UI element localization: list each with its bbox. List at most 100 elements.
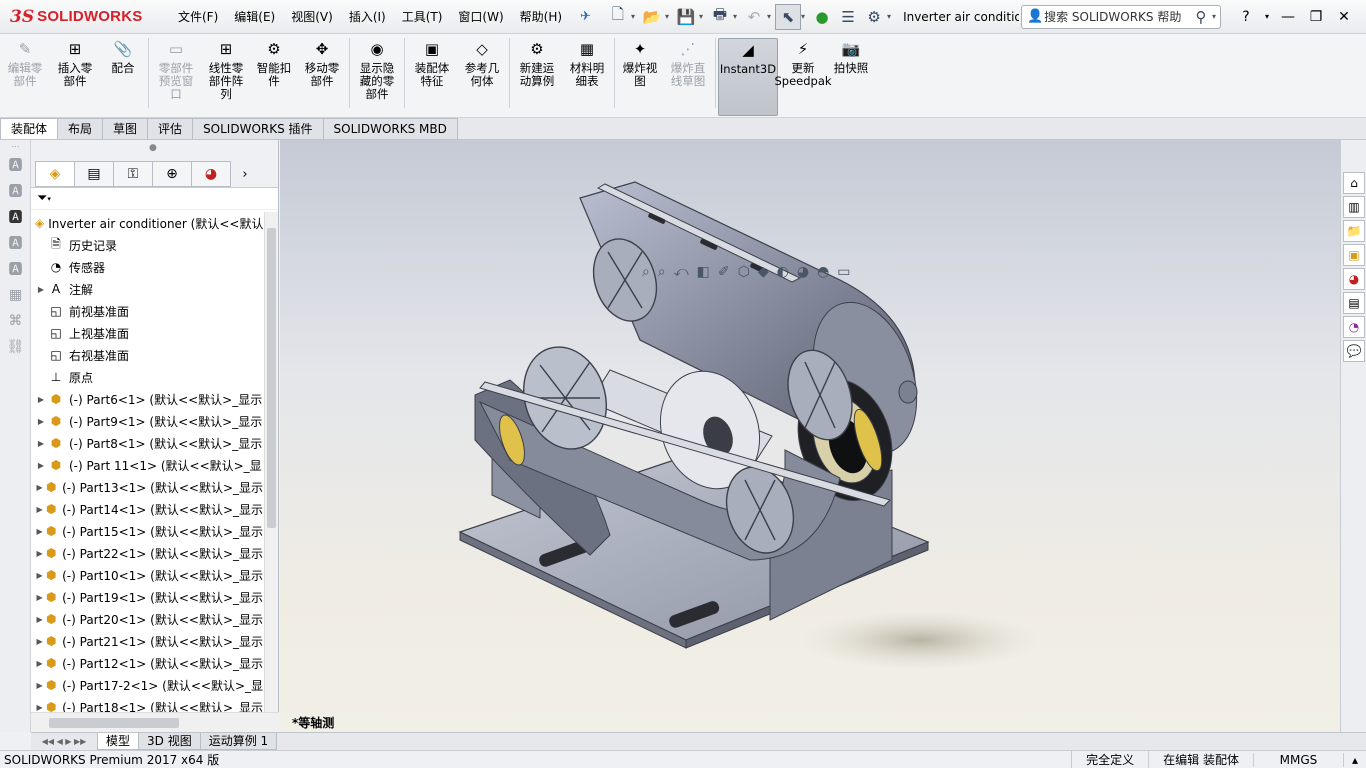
- open-folder-icon[interactable]: 📂: [639, 4, 665, 30]
- reference-geometry-button[interactable]: ◇ 参考几何体: [457, 38, 507, 116]
- component-preview-button[interactable]: ▭ 零部件预览窗口: [151, 38, 201, 116]
- exploded-view-button[interactable]: ✦ 爆炸视图: [617, 38, 663, 116]
- annotation-link-icon[interactable]: ⛓: [0, 334, 31, 360]
- tree-node[interactable]: ⊥ 原点: [31, 366, 263, 388]
- tree-root[interactable]: ◈ Inverter air conditioner (默认<<默认: [31, 212, 263, 234]
- solidworks-forum-icon[interactable]: ◔: [1343, 316, 1365, 338]
- hscrollbar-thumb[interactable]: [49, 718, 179, 728]
- view-palette-icon[interactable]: ▣: [1343, 244, 1365, 266]
- tree-horizontal-scrollbar[interactable]: [31, 712, 279, 732]
- options-gear-icon[interactable]: ⚙: [861, 4, 887, 30]
- expand-arrow-icon[interactable]: ▶: [35, 615, 44, 624]
- graphics-area[interactable]: ⌕⌕⤺◧✐⬡◆◐◕◓▭ ◧▶—❐✕: [280, 140, 1340, 732]
- apply-scene-icon[interactable]: ◓: [817, 264, 829, 280]
- tree-node[interactable]: ◱ 前视基准面: [31, 300, 263, 322]
- expand-arrow-icon[interactable]: ▶: [35, 285, 47, 294]
- previous-view-icon[interactable]: ⤺: [674, 264, 689, 280]
- assembly-features-button[interactable]: ▣ 装配体特征: [407, 38, 457, 116]
- update-speedpak-button[interactable]: ⚡ 更新Speedpak: [774, 38, 831, 116]
- undo-dropdown-icon[interactable]: ▾: [767, 12, 771, 21]
- command-tab[interactable]: 装配体: [0, 118, 59, 139]
- save-icon[interactable]: 💾: [673, 4, 699, 30]
- menu-item[interactable]: 插入(I): [341, 0, 394, 34]
- comments-icon[interactable]: 💬: [1343, 340, 1365, 362]
- expand-arrow-icon[interactable]: ▶: [35, 395, 47, 404]
- appearances-icon[interactable]: ◕: [1343, 268, 1365, 290]
- dimxpert-tab-icon[interactable]: ⊕: [152, 161, 192, 187]
- tree-node[interactable]: ▶ ⬢ (-) Part8<1> (默认<<默认>_显示: [31, 432, 263, 454]
- command-tab[interactable]: 布局: [57, 118, 104, 139]
- annotation-symbol-icon[interactable]: 🅰: [0, 256, 31, 282]
- tree-node[interactable]: ▶ ⬢ (-) Part10<1> (默认<<默认>_显示: [31, 564, 263, 586]
- help-search-box[interactable]: 👤 搜索 SOLIDWORKS 帮助 ⚲ ▾: [1021, 4, 1222, 29]
- configuration-manager-tab-icon[interactable]: ⚿: [113, 161, 153, 187]
- menu-item[interactable]: 帮助(H): [512, 0, 570, 34]
- expand-arrow-icon[interactable]: ▶: [35, 439, 47, 448]
- select-dropdown-icon[interactable]: ▾: [801, 12, 805, 21]
- select-arrow-icon[interactable]: ⬉: [775, 3, 802, 30]
- tree-node[interactable]: ▶ ⬢ (-) Part19<1> (默认<<默认>_显示: [31, 586, 263, 608]
- options-dropdown-icon[interactable]: ▾: [887, 12, 891, 21]
- expand-arrow-icon[interactable]: ▶: [35, 505, 44, 514]
- command-tab[interactable]: 评估: [147, 118, 194, 139]
- home-icon[interactable]: ⌂: [1343, 172, 1365, 194]
- bottom-tab[interactable]: 模型: [97, 733, 140, 750]
- print-icon[interactable]: 🖶: [707, 4, 733, 30]
- expand-arrow-icon[interactable]: ▶: [35, 593, 44, 602]
- tree-node[interactable]: ▶ A 注解: [31, 278, 263, 300]
- pin-icon[interactable]: ✈: [580, 9, 591, 24]
- tree-node[interactable]: ▶ ⬢ (-) Part13<1> (默认<<默认>_显示: [31, 476, 263, 498]
- property-manager-tab-icon[interactable]: ▤: [74, 161, 114, 187]
- tree-vertical-scrollbar[interactable]: [264, 212, 278, 712]
- menu-item[interactable]: 工具(T): [394, 0, 451, 34]
- bottom-tab[interactable]: 运动算例 1: [199, 733, 278, 750]
- restore-icon[interactable]: ❐: [1302, 9, 1330, 25]
- save-dropdown-icon[interactable]: ▾: [699, 12, 703, 21]
- view-orientation-icon[interactable]: ⬡: [738, 264, 750, 280]
- annotation-text-icon[interactable]: 🅰: [0, 204, 31, 230]
- expand-arrow-icon[interactable]: ▶: [35, 417, 47, 426]
- view-settings-icon[interactable]: ▭: [837, 264, 850, 280]
- tree-node[interactable]: ▶ ⬢ (-) Part 11<1> (默认<<默认>_显: [31, 454, 263, 476]
- status-arrow-icon[interactable]: ▴: [1342, 752, 1366, 767]
- new-document-icon[interactable]: 🗋: [605, 4, 631, 30]
- annotation-datum-icon[interactable]: 🅰: [0, 230, 31, 256]
- tree-node[interactable]: ▶ ⬢ (-) Part17-2<1> (默认<<默认>_显: [31, 674, 263, 696]
- display-style-icon[interactable]: ◆: [758, 264, 769, 280]
- tree-node[interactable]: ◔ 传感器: [31, 256, 263, 278]
- command-tab[interactable]: 草图: [102, 118, 149, 139]
- edit-component-button[interactable]: ✎ 编辑零部件: [0, 38, 50, 116]
- bill-of-materials-button[interactable]: ▦ 材料明细表: [562, 38, 612, 116]
- search-dropdown-icon[interactable]: ▾: [1212, 12, 1216, 21]
- display-manager-tab-icon[interactable]: ◕: [191, 161, 231, 187]
- rebuild-traffic-light-icon[interactable]: ●: [809, 4, 835, 30]
- solidworks-logo[interactable]: 3S SOLIDWORKS: [0, 0, 170, 34]
- annotation-weld-icon[interactable]: ⌘: [0, 308, 31, 334]
- open-dropdown-icon[interactable]: ▾: [665, 12, 669, 21]
- annotation-stack-icon[interactable]: ▦: [0, 282, 31, 308]
- menu-item[interactable]: 编辑(E): [226, 0, 283, 34]
- linear-pattern-button[interactable]: ⊞ 线性零部件阵列: [201, 38, 251, 116]
- tree-node[interactable]: ▶ ⬢ (-) Part20<1> (默认<<默认>_显示: [31, 608, 263, 630]
- expand-arrow-icon[interactable]: ▶: [35, 483, 44, 492]
- edit-appearance-icon[interactable]: ◕: [797, 264, 809, 280]
- menu-item[interactable]: 文件(F): [170, 0, 226, 34]
- expand-arrow-icon[interactable]: ▶: [35, 549, 44, 558]
- zoom-to-fit-icon[interactable]: ⌕: [642, 264, 650, 280]
- undo-icon[interactable]: ↶: [741, 4, 767, 30]
- filter-icon[interactable]: ⏷: [37, 191, 47, 206]
- scrollbar-thumb[interactable]: [267, 228, 276, 528]
- smart-fasteners-button[interactable]: ⚙ 智能扣件: [251, 38, 297, 116]
- zoom-area-icon[interactable]: ⌕: [658, 264, 666, 280]
- section-view-icon[interactable]: ◧: [697, 264, 710, 280]
- expand-arrow-icon[interactable]: ▶: [35, 527, 44, 536]
- annotation-balloon-icon[interactable]: 🅰: [0, 178, 31, 204]
- show-hidden-button[interactable]: ◉ 显示隐藏的零部件: [352, 38, 402, 116]
- units-status[interactable]: MMGS: [1252, 752, 1343, 767]
- motor-assembly-model[interactable]: [280, 140, 1340, 732]
- tree-node[interactable]: ▶ ⬢ (-) Part14<1> (默认<<默认>_显示: [31, 498, 263, 520]
- dynamic-annotation-icon[interactable]: ✐: [718, 264, 730, 280]
- design-library-icon[interactable]: ▥: [1343, 196, 1365, 218]
- new-dropdown-icon[interactable]: ▾: [631, 12, 635, 21]
- menu-item[interactable]: 窗口(W): [450, 0, 511, 34]
